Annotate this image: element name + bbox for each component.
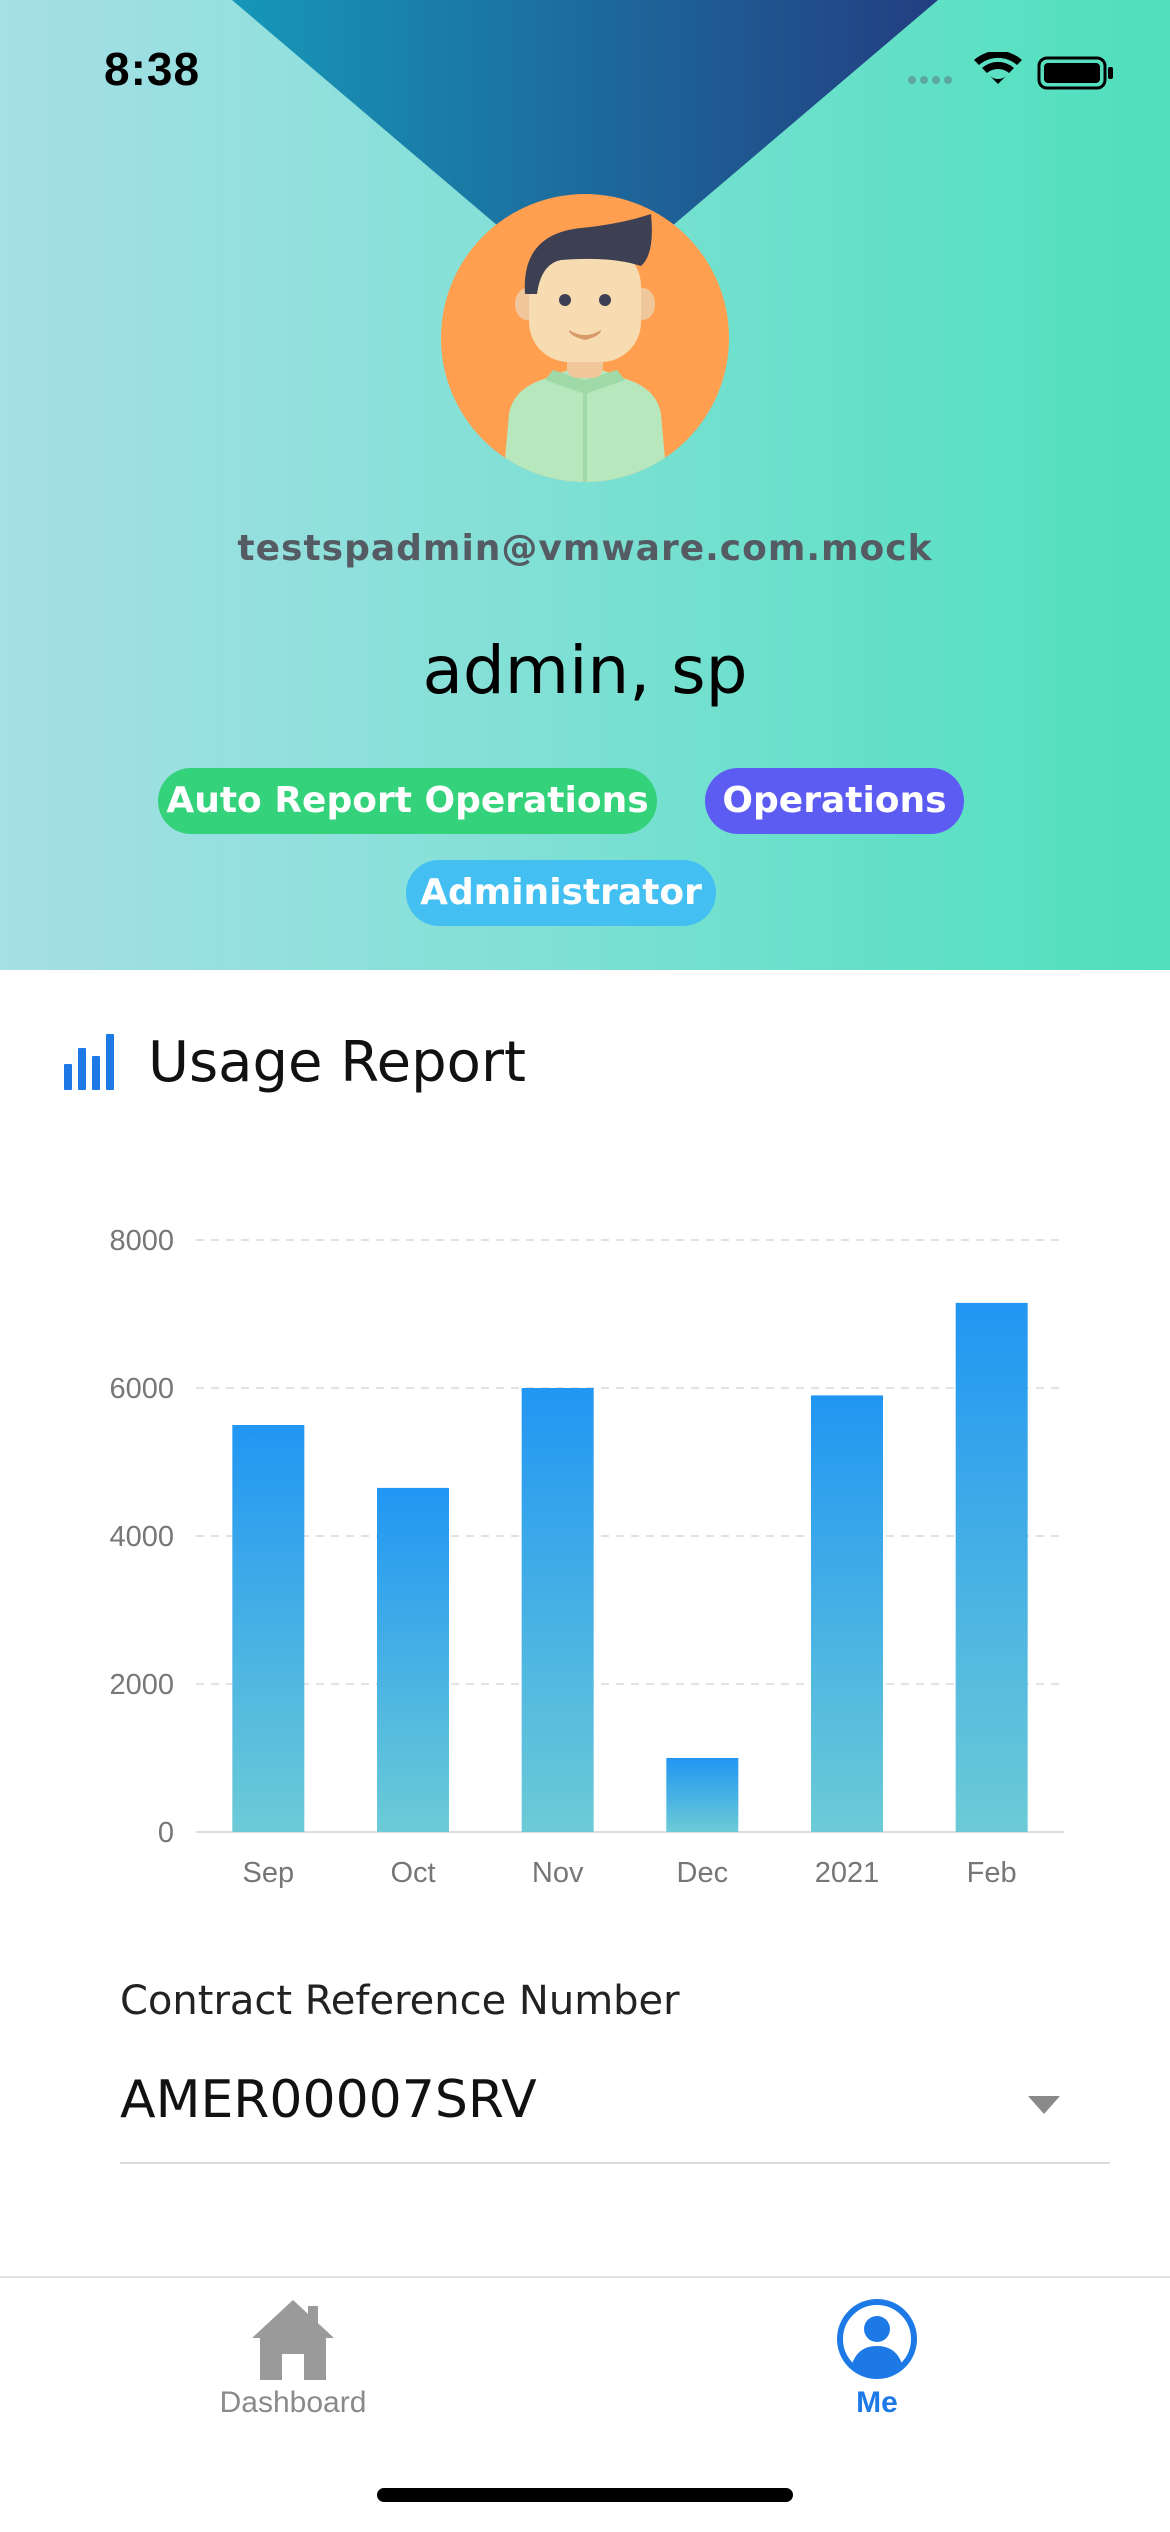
bar-nov <box>521 1388 594 1832</box>
y-tick-label: 6000 <box>109 1373 174 1405</box>
dropdown-arrow-icon <box>1028 2096 1060 2114</box>
tab-me-label: Me <box>856 2386 898 2419</box>
usage-chart: 0 2000 4000 6000 8000 Sep Oct Nov Dec 2021 Feb <box>0 1180 1170 1900</box>
bar-sep <box>232 1425 305 1832</box>
bar-feb <box>955 1302 1028 1832</box>
x-tick-label: Sep <box>243 1857 295 1889</box>
y-tick-label: 0 <box>158 1817 174 1849</box>
x-tick-label: Oct <box>390 1857 435 1889</box>
status-bar-icons <box>908 52 1113 90</box>
bar-2021 <box>811 1395 883 1832</box>
user-circle-icon <box>837 2299 917 2379</box>
x-tick-label: Feb <box>967 1857 1017 1889</box>
role-badge-operations: Operations <box>705 768 964 834</box>
y-tick-label: 8000 <box>109 1225 174 1257</box>
wifi-icon <box>974 52 1022 84</box>
role-badge-auto-report-operations: Auto Report Operations <box>158 768 657 834</box>
avatar <box>441 194 729 482</box>
usage-bar-chart: 0 2000 4000 6000 8000 Sep Oct Nov Dec 2021 Feb <box>109 1225 1064 1889</box>
profile-header: 8:38 testspadmin@vmware.com.mock admin, … <box>0 0 1170 970</box>
user-name: admin, sp <box>422 632 748 709</box>
user-email: testspadmin@vmware.com.mock <box>237 528 933 569</box>
y-tick-label: 2000 <box>109 1669 174 1701</box>
home-indicator[interactable] <box>377 2488 793 2502</box>
status-bar-time: 8:38 <box>104 43 201 95</box>
y-tick-label: 4000 <box>109 1521 174 1553</box>
usage-report-title: Usage Report <box>148 1030 526 1095</box>
tab-dashboard[interactable]: Dashboard <box>143 2278 443 2448</box>
x-tick-label: Nov <box>532 1857 584 1889</box>
person-avatar-icon <box>503 214 667 482</box>
bar-oct <box>377 1487 449 1832</box>
contract-reference-label: Contract Reference Number <box>120 1978 680 2024</box>
tab-me[interactable]: Me <box>727 2278 1027 2448</box>
bar-chart-icon <box>64 1034 114 1090</box>
contract-reference-select[interactable]: AMER00007SRV <box>120 2060 1110 2164</box>
battery-icon <box>1037 56 1113 90</box>
tab-dashboard-label: Dashboard <box>219 2386 367 2419</box>
bar-dec <box>666 1758 739 1832</box>
x-tick-label: Dec <box>677 1857 729 1889</box>
contract-reference-value: AMER00007SRV <box>120 2070 537 2130</box>
x-tick-label: 2021 <box>815 1857 880 1889</box>
home-icon <box>252 2300 334 2380</box>
role-badge-administrator: Administrator <box>406 860 716 926</box>
cellular-signal-icon <box>908 76 952 84</box>
